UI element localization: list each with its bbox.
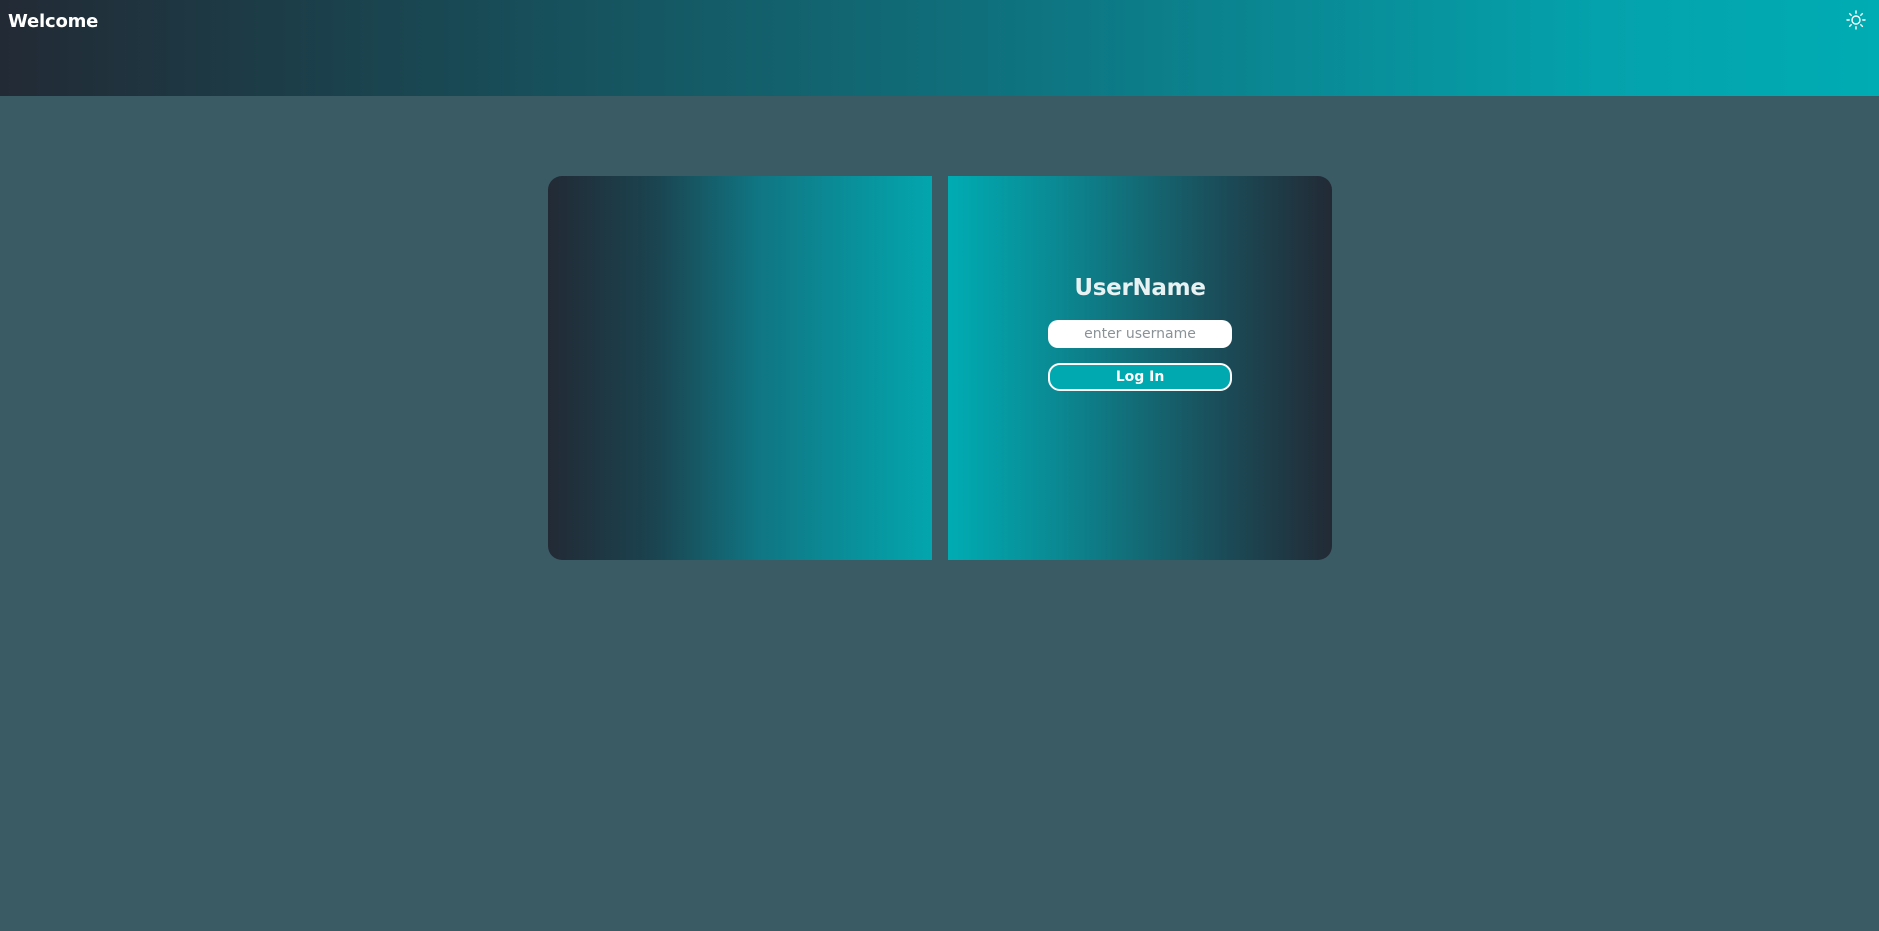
username-input[interactable] <box>1048 320 1232 348</box>
page-title: Welcome <box>8 11 99 32</box>
decorative-panel <box>548 176 932 560</box>
login-panel: UserName Log In <box>948 176 1332 560</box>
sun-icon[interactable] <box>1845 9 1867 31</box>
top-header: Welcome <box>0 0 1879 96</box>
login-card: UserName Log In <box>548 176 1332 560</box>
login-form: UserName Log In <box>948 176 1332 560</box>
card-divider <box>932 176 948 560</box>
form-title: UserName <box>1074 275 1206 301</box>
login-button[interactable]: Log In <box>1048 363 1232 391</box>
